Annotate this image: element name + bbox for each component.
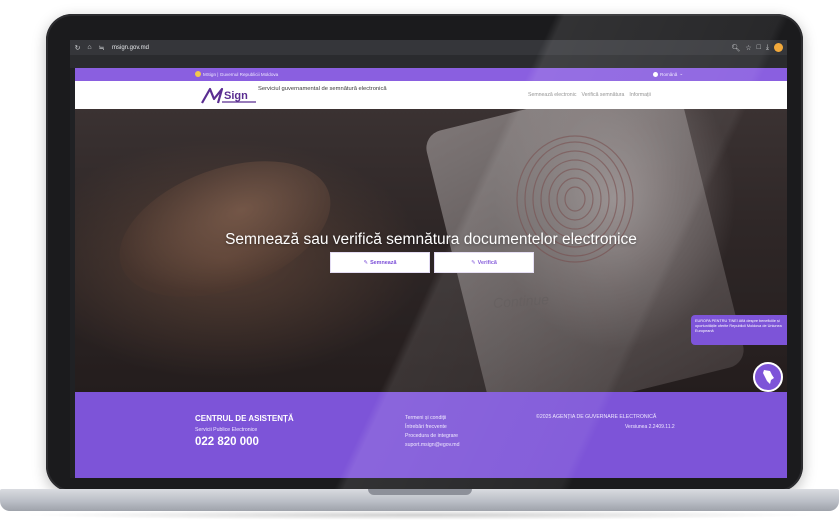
support-email-link[interactable]: suport.msign@egov.md <box>405 441 459 450</box>
support-title: CENTRUL DE ASISTENȚĂ <box>195 414 294 423</box>
faq-link[interactable]: Întrebări frecvente <box>405 423 459 432</box>
profile-avatar[interactable] <box>774 43 783 52</box>
reload-icon[interactable]: ↻ <box>73 44 82 52</box>
copyright: ©2025 AGENȚIA DE GUVERNARE ELECTRONICĂ <box>536 414 657 420</box>
chevron-down-icon: ⌄ <box>679 71 684 76</box>
edit-icon: ✎ <box>363 259 369 266</box>
hero-actions: ✎ Semnează ✎ Verifică <box>330 252 534 273</box>
support-phone[interactable]: 022 820 000 <box>195 436 259 448</box>
eu-chat-button[interactable] <box>753 362 783 392</box>
edit-icon: ✎ <box>471 259 476 266</box>
nav-sign[interactable]: Semnează electronic <box>528 92 576 98</box>
gov-brand[interactable]: MSign | Guvernul Republicii Moldova <box>195 71 278 77</box>
gov-top-bar: MSign | Guvernul Republicii Moldova Româ… <box>75 68 787 81</box>
site-header: Sign Serviciul guvernamental de semnătur… <box>75 81 787 109</box>
zoom-icon[interactable]: 🔍︎ <box>731 44 740 52</box>
nav-verify[interactable]: Verifică semnătura <box>581 92 624 98</box>
browser-tab-strip <box>70 55 787 68</box>
hero-section: Continue Semnează sau verifică semnătura… <box>75 109 787 392</box>
address-bar[interactable]: msign.gov.md <box>112 45 149 51</box>
logo-text: Sign <box>224 90 248 102</box>
download-icon[interactable]: ⤓ <box>766 44 769 52</box>
browser-toolbar: ↻ ⌂ ≒ msign.gov.md 🔍︎ ☆ □ ⤓ <box>70 40 787 55</box>
gov-emblem-icon <box>195 71 201 77</box>
flag-icon <box>653 71 658 77</box>
hero-overlay <box>75 109 787 392</box>
sign-button[interactable]: ✎ Semnează <box>330 252 430 273</box>
integration-link[interactable]: Procedura de integrare <box>405 432 459 441</box>
site-tagline: Serviciul guvernamental de semnătură ele… <box>258 86 387 92</box>
support-subtitle: Servicii Publice Electronice <box>195 427 258 433</box>
language-selector[interactable]: Română ⌄ <box>653 71 683 77</box>
hero-title: Semnează sau verifică semnătura document… <box>225 231 637 248</box>
nav-info[interactable]: Informații <box>629 92 650 98</box>
laptop-screen: ↻ ⌂ ≒ msign.gov.md 🔍︎ ☆ □ ⤓ MSign | Guve… <box>70 40 787 478</box>
gov-brand-text: MSign | Guvernul Republicii Moldova <box>203 71 279 77</box>
site-footer: CENTRUL DE ASISTENȚĂ Servicii Publice El… <box>75 392 787 478</box>
main-nav: Semnează electronic Verifică semnătura I… <box>528 92 651 98</box>
browser-actions: 🔍︎ ☆ □ ⤓ <box>731 40 783 55</box>
laptop-notch <box>368 489 472 495</box>
footer-links: Termeni și condiții Întrebări frecvente … <box>405 414 459 450</box>
eu-banner[interactable]: EUROPA PENTRU TINE! Află despre benefici… <box>691 315 787 345</box>
moldova-map-icon <box>763 370 774 384</box>
bookmark-star-icon[interactable]: ☆ <box>745 44 751 52</box>
verify-button-label: Verifică <box>477 259 497 266</box>
home-icon[interactable]: ⌂ <box>85 44 94 51</box>
version-label: Versiunea 2.2409.11.2 <box>625 424 675 430</box>
sign-button-label: Semnează <box>370 259 397 266</box>
language-label: Română <box>660 71 678 77</box>
extensions-icon[interactable]: □ <box>757 44 761 51</box>
msign-logo[interactable]: Sign <box>200 85 260 105</box>
terms-link[interactable]: Termeni și condiții <box>405 414 459 423</box>
verify-button[interactable]: ✎ Verifică <box>434 252 534 273</box>
site-settings-icon[interactable]: ≒ <box>97 44 106 52</box>
laptop-shadow <box>20 510 819 520</box>
